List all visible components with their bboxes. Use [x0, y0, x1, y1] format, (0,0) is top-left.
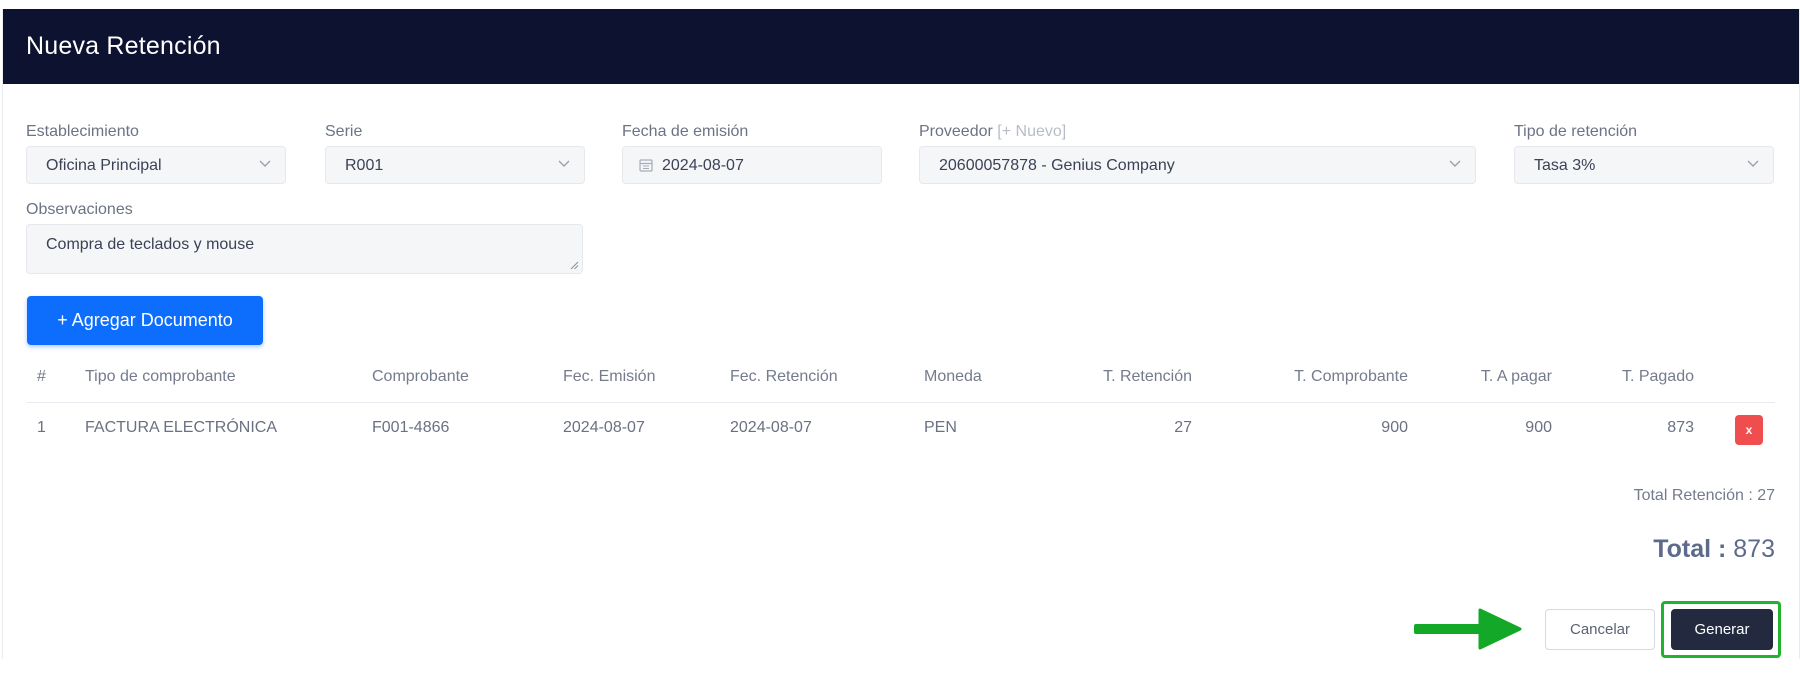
proveedor-select[interactable]: 20600057878 - Genius Company	[919, 146, 1476, 184]
table-cell: PEN	[924, 419, 957, 436]
observaciones-value: Compra de teclados y mouse	[46, 236, 255, 253]
retention-card: Nueva Retención	[2, 9, 1800, 659]
chevron-down-icon	[558, 160, 570, 167]
table-header: T. Comprobante	[1294, 368, 1408, 385]
resize-grip-icon[interactable]	[569, 260, 579, 270]
table-header: T. Pagado	[1621, 368, 1694, 385]
observaciones-textarea[interactable]: Compra de teclados y mouse	[26, 224, 583, 274]
calendar-icon	[639, 159, 653, 172]
chevron-down-icon	[1747, 160, 1759, 167]
proveedor-label: Proveedor [+ Nuevo]	[919, 123, 1066, 141]
table-header: Moneda	[924, 368, 982, 385]
table-divider	[27, 402, 1775, 403]
table-cell: 873	[1667, 419, 1694, 436]
proveedor-label-text: Proveedor	[919, 123, 993, 140]
serie-value: R001	[345, 157, 384, 174]
table-cell: 900	[1525, 419, 1552, 436]
establecimiento-select[interactable]: Oficina Principal	[26, 146, 286, 184]
table-header: Fec. Emisión	[563, 368, 656, 385]
cancel-button[interactable]: Cancelar	[1545, 609, 1655, 650]
table-cell: 1	[37, 419, 46, 436]
tipo-retencion-value: Tasa 3%	[1534, 157, 1596, 174]
page-title: Nueva Retención	[26, 32, 221, 60]
chevron-down-icon	[1449, 160, 1461, 167]
new-provider-link[interactable]: [+ Nuevo]	[997, 123, 1066, 140]
fecha-label: Fecha de emisión	[622, 123, 749, 140]
generate-button[interactable]: Generar	[1671, 609, 1773, 650]
chevron-down-icon	[259, 160, 271, 167]
arrow-right-icon	[1414, 608, 1522, 650]
table-header: Tipo de comprobante	[85, 368, 236, 385]
total-value: 873	[1733, 535, 1775, 563]
tipo-retencion-label: Tipo de retención	[1514, 123, 1638, 140]
establecimiento-value: Oficina Principal	[46, 157, 162, 174]
table-header: Comprobante	[372, 368, 469, 385]
table-header: T. Retención	[1103, 368, 1192, 385]
delete-row-button[interactable]: x	[1735, 415, 1763, 445]
table-cell: F001-4866	[372, 419, 450, 436]
table-header: Fec. Retención	[730, 368, 838, 385]
table-cell: FACTURA ELECTRÓNICA	[85, 419, 278, 436]
table-cell: 2024-08-07	[563, 419, 645, 436]
fecha-emision-input[interactable]: 2024-08-07	[622, 146, 882, 184]
card-header: Nueva Retención	[3, 9, 1799, 84]
table-header: #	[37, 368, 46, 385]
add-document-button[interactable]: + Agregar Documento	[27, 296, 263, 345]
total-amount: Total : 873	[1653, 535, 1775, 564]
establecimiento-label: Establecimiento	[26, 123, 139, 140]
total-retencion: Total Retención : 27	[1633, 487, 1775, 504]
table-cell: 2024-08-07	[730, 419, 812, 436]
proveedor-value: 20600057878 - Genius Company	[939, 157, 1175, 174]
tipo-retencion-select[interactable]: Tasa 3%	[1514, 146, 1774, 184]
total-label: Total :	[1653, 535, 1727, 563]
table-cell: 27	[1174, 419, 1192, 436]
table-cell: 900	[1381, 419, 1408, 436]
fecha-value: 2024-08-07	[662, 157, 744, 174]
serie-label: Serie	[325, 123, 363, 140]
table-header: T. A pagar	[1480, 368, 1552, 385]
observaciones-label: Observaciones	[26, 201, 133, 218]
serie-select[interactable]: R001	[325, 146, 585, 184]
